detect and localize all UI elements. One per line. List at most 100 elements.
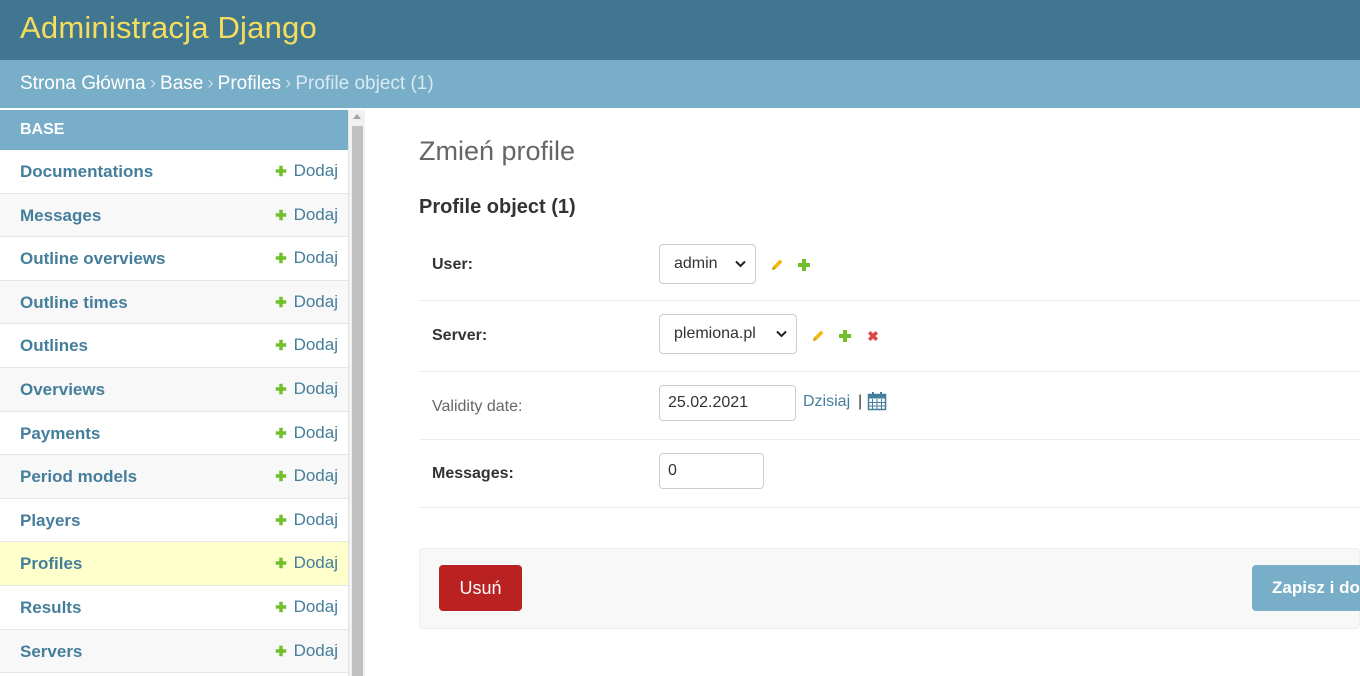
breadcrumb-current: Profile object (1) <box>295 73 434 94</box>
validity-date-label: Validity date: <box>432 398 523 415</box>
sidebar-item-outlines: Outlines Dodaj <box>0 324 348 368</box>
add-link[interactable]: Dodaj <box>274 553 338 573</box>
sidebar-item-profiles: Profiles Dodaj <box>0 542 348 586</box>
sidebar-item-label[interactable]: Servers <box>20 642 82 662</box>
x-icon[interactable] <box>865 328 881 344</box>
add-link[interactable]: Dodaj <box>274 248 338 268</box>
add-link-label: Dodaj <box>293 161 338 180</box>
plus-icon <box>275 514 286 525</box>
add-link-label: Dodaj <box>293 509 338 529</box>
calendar-icon[interactable] <box>867 391 887 411</box>
add-link[interactable]: Dodaj <box>274 161 338 181</box>
add-link-label: Dodaj <box>293 596 338 616</box>
breadcrumb-model[interactable]: Profiles <box>218 73 281 94</box>
sidebar-item-payments: Payments Dodaj <box>0 412 348 456</box>
chevron-down-icon <box>776 330 787 338</box>
sidebar-item-label[interactable]: Payments <box>20 424 100 444</box>
site-header: Administracja Django <box>0 0 1360 60</box>
user-label: User: <box>432 256 473 273</box>
sidebar-item-label[interactable]: Players <box>20 511 81 531</box>
submit-row: Usuń Zapisz i dodaj nowy <box>419 548 1360 629</box>
breadcrumb-separator: › <box>207 73 214 94</box>
add-link-label: Dodaj <box>293 378 338 398</box>
plus-icon <box>275 383 286 395</box>
scrollbar-thumb[interactable] <box>352 126 363 676</box>
add-link[interactable]: Dodaj <box>274 205 338 225</box>
shortcut-separator: | <box>858 393 863 410</box>
add-link[interactable]: Dodaj <box>274 466 338 486</box>
breadcrumb-separator: › <box>149 73 157 94</box>
scroll-up-arrow-icon[interactable] <box>353 114 361 119</box>
add-link-label: Dodaj <box>293 422 338 442</box>
pencil-icon[interactable] <box>810 328 826 344</box>
sidebar-item-label[interactable]: Profiles <box>20 554 82 574</box>
sidebar-item-results: Results Dodaj <box>0 586 348 630</box>
sidebar-item-documentations: Documentations Dodaj <box>0 150 348 194</box>
chevron-down-icon <box>735 260 746 268</box>
form-row-server: Server: plemiona.pl <box>419 301 1360 372</box>
sidebar-item-label[interactable]: Messages <box>20 206 101 226</box>
plus-icon <box>275 252 286 264</box>
plus-icon <box>275 165 286 177</box>
today-link[interactable]: Dzisiaj <box>803 393 850 411</box>
server-select-value: plemiona.pl <box>674 325 756 342</box>
sidebar-item-label[interactable]: Overviews <box>20 380 105 400</box>
sidebar-item-label[interactable]: Period models <box>20 467 137 487</box>
add-link[interactable]: Dodaj <box>274 335 338 355</box>
plus-icon <box>275 645 286 656</box>
plus-icon <box>275 470 286 482</box>
add-link-label: Dodaj <box>293 553 338 573</box>
sidebar-item-label[interactable]: Results <box>20 598 81 618</box>
plus-icon[interactable] <box>796 257 812 273</box>
pencil-icon[interactable] <box>769 257 785 273</box>
breadcrumb-home[interactable]: Strona Główna <box>20 73 146 94</box>
plus-icon <box>275 558 286 569</box>
sidebar-item-label[interactable]: Outline times <box>20 293 128 313</box>
plus-icon <box>275 427 286 438</box>
sidebar-item-servers: Servers Dodaj <box>0 629 348 674</box>
sidebar-item-players: Players Dodaj <box>0 499 348 543</box>
page-title: Zmień profile <box>419 136 576 166</box>
plus-icon[interactable] <box>837 328 853 344</box>
add-link-label: Dodaj <box>293 640 338 660</box>
user-select-value: admin <box>674 255 718 272</box>
plus-icon <box>275 296 286 308</box>
sidebar-item-outline-times: Outline times Dodaj <box>0 280 348 325</box>
add-link[interactable]: Dodaj <box>274 292 338 312</box>
user-select[interactable]: admin <box>659 244 756 284</box>
add-link-label: Dodaj <box>293 466 338 486</box>
sidebar-scrollbar[interactable] <box>348 110 365 676</box>
model-list: Documentations Dodaj Messages Dodaj Outline … <box>0 150 348 674</box>
add-link[interactable]: Dodaj <box>274 379 338 399</box>
add-link-label: Dodaj <box>293 335 338 355</box>
add-link[interactable]: Dodaj <box>274 510 338 530</box>
sidebar: BASE Documentations Dodaj Messages Dodaj Out… <box>0 110 348 676</box>
add-link[interactable]: Dodaj <box>274 641 338 661</box>
sidebar-item-label[interactable]: Outline overviews <box>20 249 166 269</box>
add-link-label: Dodaj <box>293 248 338 268</box>
form-row-user: User: admin <box>419 230 1360 301</box>
server-label: Server: <box>432 327 488 344</box>
save-and-add-another-button[interactable]: Zapisz i dodaj nowy <box>1252 565 1360 611</box>
site-title[interactable]: Administracja Django <box>20 10 317 46</box>
validity-date-input[interactable] <box>659 385 796 421</box>
delete-button[interactable]: Usuń <box>439 565 522 611</box>
plus-icon <box>275 340 286 351</box>
breadcrumb-app[interactable]: Base <box>160 73 203 94</box>
module-caption-base[interactable]: BASE <box>0 110 348 150</box>
add-link[interactable]: Dodaj <box>274 423 338 443</box>
breadcrumb-separator: › <box>285 73 292 94</box>
add-link[interactable]: Dodaj <box>274 597 338 617</box>
main-content: Zmień profile Profile object (1) User: a… <box>419 110 1360 676</box>
server-select[interactable]: plemiona.pl <box>659 314 797 354</box>
sidebar-item-label[interactable]: Documentations <box>20 162 153 182</box>
plus-icon <box>275 601 286 613</box>
sidebar-item-label[interactable]: Outlines <box>20 336 88 356</box>
messages-label: Messages: <box>432 465 514 482</box>
sidebar-item-period-models: Period models Dodaj <box>0 455 348 499</box>
sidebar-item-outline-overviews: Outline overviews Dodaj <box>0 237 348 281</box>
add-link-label: Dodaj <box>293 291 338 311</box>
breadcrumb: Strona Główna › Base › Profiles › Profile obje… <box>0 60 1360 108</box>
messages-input[interactable] <box>659 453 764 489</box>
object-heading: Profile object (1) <box>419 196 576 218</box>
